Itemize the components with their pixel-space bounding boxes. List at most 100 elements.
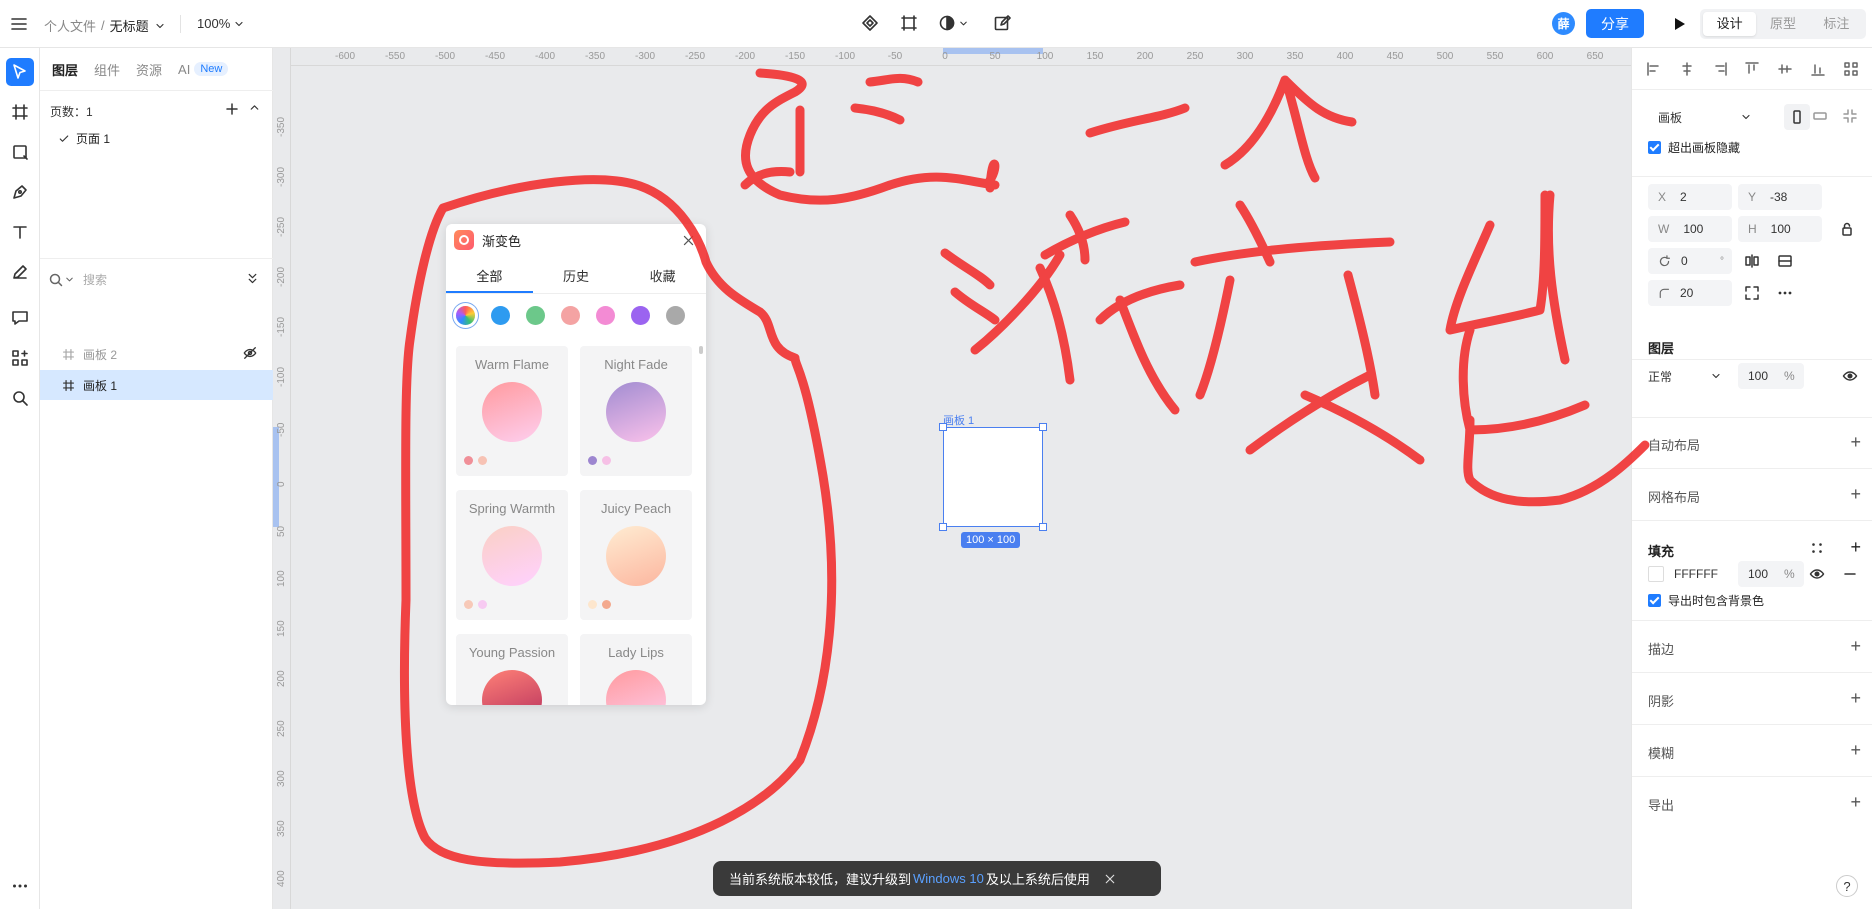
add-stroke-icon[interactable]: + [1850,637,1861,655]
more-icon[interactable] [6,872,34,900]
tab-ai[interactable]: AI [178,62,190,77]
scrollbar[interactable] [699,346,703,354]
text-tool-icon[interactable] [6,218,34,246]
properties-panel: 画板 超出画板隐藏 X 2 Y -38 W 100 H 100 0 ° 20 图… [1631,48,1872,909]
layer-panel: 图层 组件 资源 AI New 页数：1 页面 1 搜索 画板 2 画板 1 [40,48,273,909]
resize-handle[interactable] [939,523,947,531]
add-page-icon[interactable] [224,101,240,117]
eye-icon[interactable] [1809,566,1825,582]
export-bg-checkbox[interactable]: 导出时包含背景色 [1648,592,1764,609]
mode-design[interactable]: 设计 [1703,12,1757,36]
add-export-icon[interactable]: + [1850,793,1861,811]
color-filter-swatch[interactable] [491,306,510,325]
add-grid-layout-icon[interactable]: + [1850,485,1861,503]
tab-favorites[interactable]: 收藏 [619,264,706,293]
gradient-panel-header: 渐变色 [446,224,706,256]
color-filter-all[interactable] [456,306,475,325]
search-icon[interactable] [6,384,34,412]
resize-handle[interactable] [1039,523,1047,531]
search-input[interactable]: 搜索 [83,271,107,288]
file-name[interactable]: 无标题 [110,16,149,35]
fill-opacity-value: 100 [1748,567,1769,581]
artboard[interactable] [939,423,1047,531]
ruler-tick-label: 300 [276,770,287,787]
close-icon[interactable] [1104,873,1116,885]
tab-history[interactable]: 历史 [533,264,620,293]
add-blur-icon[interactable]: + [1850,741,1861,759]
gradient-card[interactable]: Night Fade [580,346,692,476]
mode-annotate[interactable]: 标注 [1810,12,1863,36]
style-grid-icon[interactable] [1810,541,1824,555]
remove-fill-icon[interactable] [1842,566,1858,582]
fill-opacity-field[interactable]: 100 % [1738,561,1804,587]
color-filter-swatch[interactable] [596,306,615,325]
collapse-all-icon[interactable] [246,272,259,285]
ruler-tick-label: 250 [1186,51,1204,62]
toast-highlight: Windows 10 [913,871,984,886]
breadcrumb: 个人文件 / 无标题 [44,16,166,35]
artboard-label[interactable]: 画板 1 [943,412,974,428]
frame-tool-icon[interactable] [6,98,34,126]
help-button[interactable]: ? [1836,875,1858,897]
gradient-name: Warm Flame [475,357,549,372]
layer-search[interactable]: 搜索 [40,258,273,300]
tab-all[interactable]: 全部 [446,264,533,293]
layer-row[interactable]: 画板 2 [40,339,273,369]
hamburger-menu-icon[interactable] [10,15,28,33]
avatar[interactable]: 薛 [1552,12,1575,35]
rectangle-tool-icon[interactable] [6,138,34,166]
add-shadow-icon[interactable]: + [1850,689,1861,707]
gradient-preview [482,526,542,586]
page-item[interactable]: 页面 1 [58,130,110,147]
hidden-eye-icon[interactable] [243,346,257,360]
component-icon[interactable] [861,14,879,32]
share-button[interactable]: 分享 [1586,9,1644,38]
pencil-tool-icon[interactable] [6,258,34,286]
zoom-value: 100% [197,16,231,31]
gradient-preview [482,670,542,705]
color-filter-swatch[interactable] [561,306,580,325]
fill-color-swatch[interactable] [1648,566,1664,582]
color-filter-swatch[interactable] [666,306,685,325]
tab-layers[interactable]: 图层 [52,60,78,79]
canvas[interactable]: -600 -550 -500 -450 -400 -350 -300 -250 -200 -150… [273,48,1631,909]
ruler-tick-label: -600 [334,51,356,62]
chevron-down-icon[interactable] [154,20,166,32]
tab-components[interactable]: 组件 [94,60,120,79]
comment-icon[interactable] [6,304,34,332]
edit-icon[interactable] [993,14,1011,32]
gradient-card[interactable]: Lady Lips [580,634,692,705]
select-tool[interactable] [6,58,34,86]
layer-row-selected[interactable]: 画板 1 [40,370,273,400]
gradient-card[interactable]: Warm Flame [456,346,568,476]
add-fill-icon[interactable]: + [1850,538,1861,556]
ruler-tick-label: 50 [276,525,287,537]
pen-tool-icon[interactable] [6,178,34,206]
frame-transform-icon[interactable] [900,14,918,32]
resize-handle[interactable] [939,423,947,431]
theme-toggle[interactable] [938,14,969,32]
close-icon[interactable] [682,234,695,247]
export-bg-label: 导出时包含背景色 [1668,594,1765,608]
fill-color-field[interactable]: FFFFFF [1648,561,1732,587]
frame-section [1632,48,1872,177]
ruler-tick-label: 100 [1036,51,1054,62]
gradient-card[interactable]: Young Passion [456,634,568,705]
ruler-tick-label: 150 [276,620,287,637]
chevron-up-icon[interactable] [248,101,261,114]
ruler-tick-label: -550 [384,51,406,62]
zoom-select[interactable]: 100% [197,16,245,31]
play-icon[interactable] [1670,15,1688,33]
mode-prototype[interactable]: 原型 [1756,12,1809,36]
add-auto-layout-icon[interactable]: + [1850,433,1861,451]
plugins-icon[interactable] [6,344,34,372]
color-filter-swatch[interactable] [526,306,545,325]
gradient-card[interactable]: Juicy Peach [580,490,692,620]
gradient-card[interactable]: Spring Warmth [456,490,568,620]
check-icon [59,134,69,142]
resize-handle[interactable] [1039,423,1047,431]
breadcrumb-root[interactable]: 个人文件 [44,16,96,35]
tab-assets[interactable]: 资源 [136,60,162,79]
ruler-tick-label: -300 [634,51,656,62]
color-filter-swatch[interactable] [631,306,650,325]
